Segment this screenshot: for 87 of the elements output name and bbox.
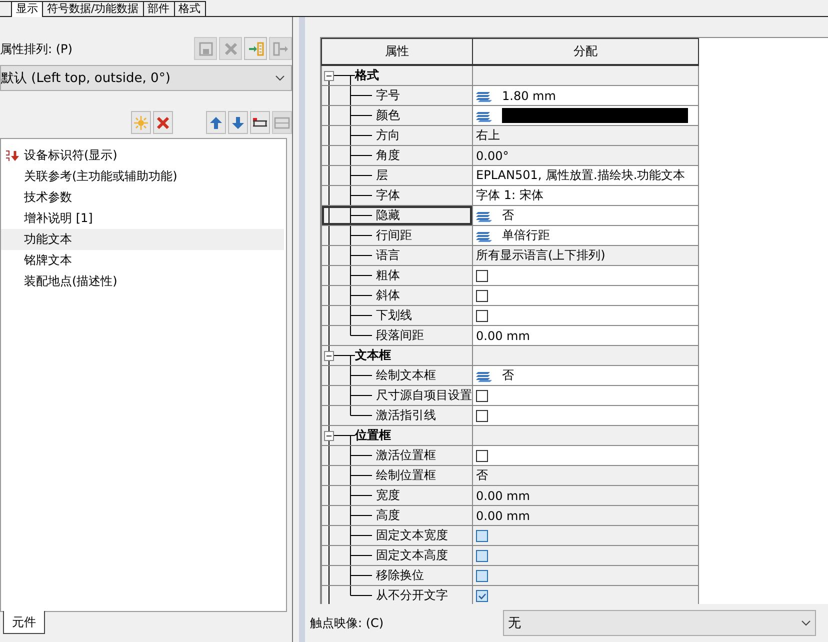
column-header[interactable]: 属性 — [322, 38, 472, 65]
checkbox[interactable] — [476, 310, 488, 322]
import-icon — [246, 40, 264, 58]
layers-icon — [476, 230, 494, 242]
list-item[interactable]: 装配地点(描述性) — [1, 271, 284, 292]
property-label: 斜体 — [376, 287, 400, 304]
layers-icon — [476, 110, 494, 122]
group-label: 位置框 — [355, 427, 391, 444]
property-label: 粗体 — [376, 267, 400, 284]
property-label: 激活指引线 — [376, 407, 436, 424]
tree-connector — [328, 426, 355, 444]
property-label: 固定文本宽度 — [376, 527, 448, 544]
toolbar-button[interactable] — [250, 111, 270, 134]
sun-icon — [132, 114, 150, 132]
arrangement-dropdown[interactable]: 默认 (Left top, outside, 0°) — [0, 65, 292, 91]
property-label: 段落间距 — [376, 327, 424, 344]
property-label: 高度 — [376, 507, 400, 524]
collapse-icon[interactable] — [324, 71, 334, 81]
sort-icon — [4, 148, 22, 162]
export-icon — [272, 40, 290, 58]
checkbox[interactable] — [476, 270, 488, 282]
property-value: 0.00 mm — [476, 328, 530, 342]
collapse-icon[interactable] — [324, 431, 334, 441]
tab[interactable]: 符号数据/功能数据 — [42, 1, 144, 16]
property-label: 方向 — [376, 127, 400, 144]
checkbox[interactable] — [476, 550, 488, 562]
property-label: 字体 — [376, 187, 400, 204]
list-item[interactable]: 功能文本 — [1, 229, 284, 250]
checkbox[interactable] — [476, 290, 488, 302]
property-value: EPLAN501, 属性放置.描绘块.功能文本 — [476, 167, 686, 184]
property-value: 否 — [502, 367, 514, 384]
save-icon — [196, 40, 214, 58]
checkbox[interactable] — [476, 410, 488, 422]
property-value: 1.80 mm — [502, 88, 556, 102]
field-label: 属性排列: (P) — [0, 41, 72, 58]
layers-icon — [476, 90, 494, 102]
tab[interactable]: 显示 — [11, 1, 43, 17]
checkbox[interactable] — [476, 590, 488, 602]
checkbox[interactable] — [476, 530, 488, 542]
property-value: 所有显示语言(上下排列) — [476, 247, 606, 264]
property-label: 移除换位 — [376, 567, 424, 584]
list-item[interactable]: 铭牌文本 — [1, 250, 284, 271]
property-label: 角度 — [376, 147, 400, 164]
property-value: 0.00 mm — [476, 508, 530, 522]
property-label: 从不分开文字 — [376, 587, 448, 604]
property-label: 层 — [376, 167, 388, 184]
property-label: 固定文本高度 — [376, 547, 448, 564]
property-label: 尺寸源自项目设置 — [376, 387, 472, 404]
list-item[interactable]: 关联参考(主功能或辅助功能) — [1, 166, 284, 187]
contact-image-dropdown[interactable]: 无 — [503, 610, 816, 636]
property-label: 激活位置框 — [376, 447, 436, 464]
group-label: 文本框 — [355, 347, 391, 364]
property-label: 宽度 — [376, 487, 400, 504]
collapse-icon[interactable] — [324, 351, 334, 361]
property-label: 语言 — [376, 247, 400, 264]
group-label: 格式 — [355, 67, 379, 84]
field-label: 触点映像: (C) — [310, 614, 385, 632]
property-label: 绘制位置框 — [376, 467, 436, 484]
property-label: 行间距 — [376, 227, 412, 244]
property-label: 颜色 — [376, 107, 400, 124]
list-item[interactable]: 技术参数 — [1, 187, 284, 208]
layers-icon — [476, 370, 494, 382]
checkbox[interactable] — [476, 570, 488, 582]
color-swatch[interactable] — [502, 108, 688, 123]
property-label: 字号 — [376, 87, 400, 104]
property-label: 隐藏 — [376, 207, 400, 224]
property-value: 0.00° — [476, 148, 509, 162]
property-value: 右上 — [476, 127, 500, 144]
list-item[interactable]: 增补说明 [1] — [1, 208, 284, 229]
tab[interactable]: 元件 — [3, 611, 45, 634]
tab[interactable]: 部件 — [142, 1, 175, 16]
list-item[interactable]: 设备标识符(显示) — [1, 145, 284, 166]
property-value: 0.00 mm — [476, 488, 530, 502]
property-value: 字体 1: 宋体 — [476, 187, 544, 204]
layers-icon — [476, 210, 494, 222]
property-value: 单倍行距 — [502, 227, 550, 244]
chevron-down-icon — [801, 620, 811, 626]
tab[interactable]: 格式 — [174, 1, 206, 16]
property-value: 否 — [476, 467, 488, 484]
checkbox[interactable] — [476, 390, 488, 402]
column-header[interactable]: 分配 — [472, 38, 698, 65]
chevron-down-icon — [275, 75, 285, 81]
property-value: 否 — [502, 207, 514, 224]
checkbox[interactable] — [476, 450, 488, 462]
property-label: 下划线 — [376, 307, 412, 324]
tree-connector — [328, 346, 355, 364]
property-label: 绘制文本框 — [376, 367, 436, 384]
